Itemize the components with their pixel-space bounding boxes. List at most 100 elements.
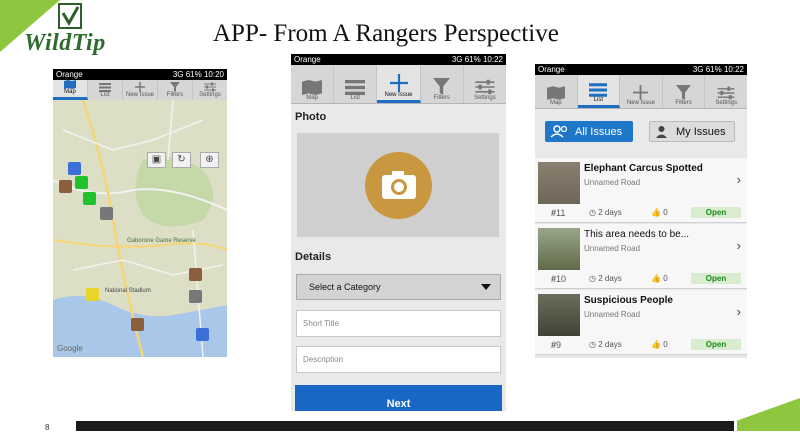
map-marker-brown[interactable]: [131, 318, 144, 331]
map-view[interactable]: ▣ ↻ ⊕ Gaborone Game Reserve National Sta…: [53, 100, 227, 357]
nav-filters-button[interactable]: Filters: [663, 75, 706, 108]
nav-settings-button[interactable]: Settings: [464, 65, 506, 103]
status-bar: Orange 3G 61% 10:22: [535, 64, 747, 75]
map-label-reserve: Gaborone Game Reserve: [127, 238, 196, 244]
sliders-icon: [717, 86, 735, 100]
filter-icon: [676, 85, 692, 100]
nav-settings-button[interactable]: Settings: [705, 75, 747, 108]
carrier-label: Orange: [538, 65, 565, 74]
list-icon: [99, 83, 111, 92]
nav-new-issue-button[interactable]: New Issue: [377, 65, 421, 103]
short-title-input[interactable]: Short Title: [296, 310, 501, 337]
issue-likes: 👍 0: [651, 208, 668, 217]
footer-bar: [76, 421, 734, 431]
my-issues-tab[interactable]: My Issues: [649, 121, 735, 142]
chevron-right-icon: ›: [736, 238, 741, 253]
user-icon: [656, 126, 667, 138]
nav-bar: Map List New Issue Filters Settings: [535, 75, 747, 109]
network-label: 3G: [172, 70, 184, 79]
issue-number: #11: [551, 208, 566, 218]
map-layers-button[interactable]: ▣: [147, 152, 166, 168]
photo-upload-area[interactable]: [297, 133, 499, 237]
map-marker-grey[interactable]: [100, 207, 113, 220]
status-badge: Open: [691, 273, 741, 284]
clock: 10:22: [482, 55, 503, 64]
phone-new-issue-screen: Orange 3G 61% 10:22 Map List New Issue F…: [291, 54, 506, 411]
list-item[interactable]: Elephant Carcus Spotted Unnamed Road › #…: [535, 158, 747, 223]
slide-title: APP- From A Rangers Perspective: [213, 20, 559, 47]
map-marker-grey[interactable]: [189, 290, 202, 303]
map-label-stadium: National Stadium: [105, 288, 151, 294]
status-bar: Orange 3G 61% 10:22: [291, 54, 506, 65]
description-input[interactable]: Description: [296, 346, 501, 373]
nav-map-button[interactable]: Map: [53, 80, 88, 100]
issue-title: Elephant Carcus Spotted: [584, 163, 703, 174]
nav-list-button[interactable]: List: [88, 80, 123, 100]
map-marker-yellow[interactable]: [86, 288, 99, 301]
issue-title: Suspicious People: [584, 295, 673, 306]
all-issues-tab[interactable]: All Issues: [545, 121, 633, 142]
issue-thumbnail: [538, 294, 580, 336]
nav-map-button[interactable]: Map: [535, 75, 578, 108]
list-icon: [589, 83, 608, 97]
clock: 10:20: [203, 70, 224, 79]
list-item[interactable]: This area needs to be... Unnamed Road › …: [535, 224, 747, 289]
plus-icon: [633, 85, 649, 100]
nav-settings-button[interactable]: Settings: [193, 80, 227, 100]
carrier-label: Orange: [294, 55, 321, 64]
status-badge: Open: [691, 207, 741, 218]
logo-checkmark-icon: [58, 3, 82, 29]
chevron-right-icon: ›: [736, 172, 741, 187]
users-icon: [550, 125, 568, 138]
map-icon: [64, 80, 76, 89]
battery-label: 61%: [705, 65, 722, 74]
map-marker-blue[interactable]: [196, 328, 209, 341]
issue-time: ◷ 2 days: [589, 274, 622, 283]
issue-likes: 👍 0: [651, 274, 668, 283]
nav-filters-button[interactable]: Filters: [421, 65, 464, 103]
filter-icon: [433, 78, 451, 95]
clock: 10:22: [723, 65, 744, 74]
footer-accent-triangle: [736, 398, 800, 421]
network-label: 3G: [692, 65, 704, 74]
map-marker-brown[interactable]: [59, 180, 72, 193]
google-logo: Google: [57, 344, 83, 353]
nav-list-button[interactable]: List: [577, 75, 621, 108]
logo-text: WildTip: [24, 30, 106, 56]
issue-road: Unnamed Road: [584, 244, 641, 253]
phone-issue-list-screen: Orange 3G 61% 10:22 Map List New Issue F…: [535, 64, 747, 358]
category-select[interactable]: Select a Category: [296, 274, 501, 300]
list-item[interactable]: Suspicious People Unnamed Road › #9 ◷ 2 …: [535, 290, 747, 355]
issue-likes: 👍 0: [651, 340, 668, 349]
issue-road: Unnamed Road: [584, 310, 641, 319]
battery-label: 61%: [185, 70, 202, 79]
plus-icon: [389, 74, 408, 92]
map-marker-blue[interactable]: [68, 162, 81, 175]
issue-thumbnail: [538, 162, 580, 204]
details-section-label: Details: [295, 251, 332, 263]
camera-button[interactable]: [365, 152, 432, 219]
dropdown-arrow-icon: [481, 284, 491, 290]
next-button[interactable]: Next: [295, 385, 502, 411]
map-marker-green[interactable]: [83, 192, 96, 205]
issue-title: This area needs to be...: [584, 229, 690, 240]
nav-new-issue-button[interactable]: New Issue: [620, 75, 663, 108]
nav-map-button[interactable]: Map: [291, 65, 335, 103]
carrier-label: Orange: [56, 70, 83, 79]
map-refresh-button[interactable]: ↻: [172, 152, 191, 168]
phone-map-screen: Orange 3G 61% 10:20 Map List New Issue F…: [53, 69, 227, 357]
chevron-right-icon: ›: [736, 304, 741, 319]
issue-time: ◷ 2 days: [589, 208, 622, 217]
sliders-icon: [204, 82, 216, 92]
map-locate-button[interactable]: ⊕: [200, 152, 219, 168]
nav-new-issue-button[interactable]: New Issue: [123, 80, 158, 100]
nav-list-button[interactable]: List: [334, 65, 378, 103]
map-marker-brown[interactable]: [189, 268, 202, 281]
issue-number: #10: [551, 274, 567, 284]
nav-filters-button[interactable]: Filters: [158, 80, 193, 100]
network-label: 3G: [451, 55, 463, 64]
map-icon: [546, 86, 565, 100]
list-icon: [345, 80, 366, 95]
filter-icon: [170, 82, 180, 92]
map-marker-green[interactable]: [75, 176, 88, 189]
